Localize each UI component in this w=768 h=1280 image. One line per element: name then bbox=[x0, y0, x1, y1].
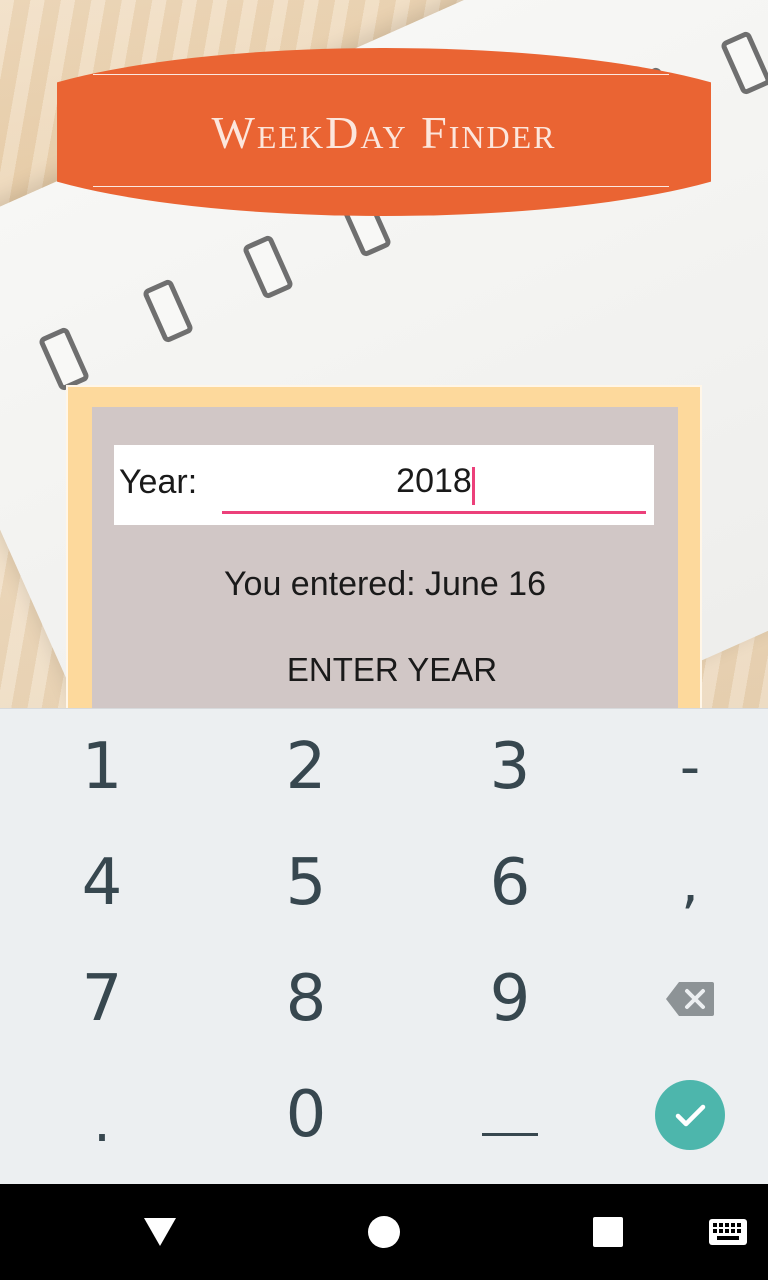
key-0[interactable]: 0 bbox=[210, 1057, 402, 1173]
key-dash[interactable]: - bbox=[594, 709, 768, 825]
year-input[interactable] bbox=[222, 451, 646, 511]
nav-keyboard-switch-button[interactable] bbox=[698, 1184, 758, 1280]
backspace-key[interactable] bbox=[594, 941, 768, 1057]
entered-date-text: You entered: June 16 bbox=[223, 565, 547, 603]
year-input-container[interactable] bbox=[222, 451, 646, 514]
check-icon bbox=[675, 1104, 706, 1127]
key-7[interactable]: 7 bbox=[6, 941, 198, 1057]
keyboard-switch-icon bbox=[709, 1219, 747, 1245]
navigation-bar bbox=[0, 1184, 768, 1280]
nav-recents-button[interactable] bbox=[558, 1184, 658, 1280]
key-5[interactable]: 5 bbox=[210, 825, 402, 941]
title-banner: WeekDay Finder bbox=[57, 48, 711, 216]
space-bar-icon bbox=[482, 1133, 538, 1136]
key-4[interactable]: 4 bbox=[6, 825, 198, 941]
backspace-icon bbox=[666, 982, 714, 1016]
home-icon bbox=[368, 1216, 400, 1248]
space-key[interactable] bbox=[414, 1057, 606, 1173]
key-comma[interactable]: , bbox=[594, 825, 768, 941]
enter-year-button[interactable]: ENTER YEAR bbox=[242, 645, 542, 695]
key-8[interactable]: 8 bbox=[210, 941, 402, 1057]
key-1[interactable]: 1 bbox=[6, 709, 198, 825]
key-period[interactable]: . bbox=[6, 1057, 198, 1173]
numeric-keyboard: 1 2 3 - 4 5 6 , 7 8 9 . 0 bbox=[0, 708, 768, 1185]
year-card-body: Year: You entered: June 16 ENTER YEAR bbox=[92, 407, 678, 727]
done-button[interactable] bbox=[655, 1080, 725, 1150]
nav-home-button[interactable] bbox=[334, 1184, 434, 1280]
key-3[interactable]: 3 bbox=[414, 709, 606, 825]
year-field-row: Year: bbox=[114, 445, 654, 525]
nav-back-button[interactable] bbox=[110, 1184, 210, 1280]
year-card: Year: You entered: June 16 ENTER YEAR bbox=[66, 385, 702, 727]
back-icon bbox=[144, 1218, 176, 1246]
recents-icon bbox=[593, 1217, 623, 1247]
done-key[interactable] bbox=[594, 1057, 768, 1173]
app-title: WeekDay Finder bbox=[211, 106, 557, 158]
key-9[interactable]: 9 bbox=[414, 941, 606, 1057]
text-cursor bbox=[472, 467, 475, 505]
key-6[interactable]: 6 bbox=[414, 825, 606, 941]
year-label: Year: bbox=[119, 463, 198, 501]
key-2[interactable]: 2 bbox=[210, 709, 402, 825]
